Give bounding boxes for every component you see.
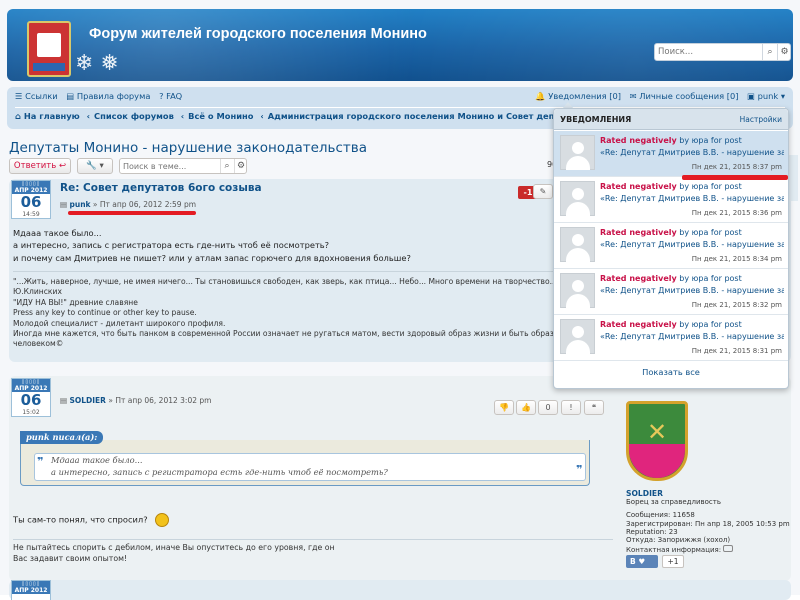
tools-button[interactable]: 🔧 ▾: [77, 158, 113, 174]
notification-item[interactable]: Rated negatively by юра for post «Re: Де…: [554, 177, 788, 223]
breadcrumb-admin[interactable]: Администрация городского поселения Монин…: [268, 111, 586, 121]
forum-logo[interactable]: [27, 21, 71, 77]
search-input[interactable]: [658, 45, 758, 59]
signature: Не пытайтесь спорить с дебилом, иначе Вы…: [13, 543, 335, 563]
post-date-calendar: ▯▯▯▯▯ АПР 2012 06 14:59: [11, 180, 51, 219]
notifications-link[interactable]: 🔔 Уведомления [0]: [535, 91, 621, 101]
avatar: [560, 181, 595, 216]
topic-search: ⌕ ⚙: [119, 158, 247, 174]
post-title[interactable]: Re: Совет депутатов 6ого созыва: [60, 182, 262, 194]
vote-count: 0: [538, 400, 558, 415]
page: ❄ ❅ Форум жителей городского поселения М…: [0, 0, 800, 600]
rating-button[interactable]: +1: [662, 555, 684, 568]
reply-button[interactable]: Ответить ↩: [9, 158, 71, 174]
topic-title[interactable]: Депутаты Монино - нарушение законодатель…: [9, 140, 367, 156]
topic-search-input[interactable]: [123, 160, 218, 172]
quote-open-icon: ❞: [37, 455, 44, 468]
vk-icon[interactable]: В ♥: [626, 555, 658, 568]
site-header: ❄ ❅ Форум жителей городского поселения М…: [7, 9, 793, 81]
user-avatar[interactable]: ✕: [626, 401, 688, 481]
avatar: [560, 227, 595, 262]
post-author: ▤ SOLDIER » Пт апр 06, 2012 3:02 pm: [60, 396, 212, 405]
post-date-calendar: ▯▯▯▯▯ АПР 2012: [11, 580, 51, 600]
profile-username[interactable]: SOLDIER: [626, 489, 663, 498]
rate-positive-button[interactable]: 👍: [516, 400, 536, 415]
contact-icon[interactable]: [723, 545, 734, 552]
notifications-header: УВЕДОМЛЕНИЯ Настройки: [554, 109, 788, 130]
gear-icon[interactable]: ⚙: [234, 159, 247, 173]
rules-link[interactable]: ▤ Правила форума: [66, 91, 150, 101]
notifications-title: УВЕДОМЛЕНИЯ: [560, 115, 632, 124]
user-nav: 🔔 Уведомления [0] ✉ Личные сообщения [0]…: [529, 91, 785, 102]
profile-rank: Борец за справедливость: [626, 498, 721, 506]
quote-author: punk писал(а):: [20, 431, 104, 444]
report-button[interactable]: !: [561, 400, 581, 415]
edit-button[interactable]: ✎: [533, 184, 553, 199]
notification-item[interactable]: Rated negatively by юра for post «Re: Де…: [554, 315, 788, 361]
links-link[interactable]: ☰ Ссылки: [15, 91, 58, 101]
notification-item[interactable]: Rated negatively by юра for post «Re: Де…: [554, 131, 788, 177]
post: ▯▯▯▯▯ АПР 2012: [9, 580, 791, 600]
quote-text: Мдааа такое было... а интересно, запись …: [34, 453, 586, 481]
breadcrumb: ⌂ На главную ‹ Список форумов ‹ Всё о Мони…: [15, 111, 586, 121]
quote-close-icon: ❞: [576, 463, 583, 476]
notifications-settings-link[interactable]: Настройки: [740, 115, 782, 124]
profile-posts: Сообщения: 11658: [626, 511, 695, 519]
profile-location: Откуда: Запорижжя (хохол): [626, 536, 731, 544]
post-body: Ты сам-то понял, что спросил?: [13, 513, 170, 527]
breadcrumb-home[interactable]: ⌂ На главную: [15, 111, 80, 121]
post-body: Мдааа такое было... а интересно, запись …: [13, 228, 411, 263]
messages-link[interactable]: ✉ Личные сообщения [0]: [630, 91, 739, 101]
faq-link[interactable]: ? FAQ: [159, 91, 182, 101]
smiley-icon: [155, 513, 170, 527]
notification-item[interactable]: Rated negatively by юра for post «Re: Де…: [554, 269, 788, 315]
show-all-link[interactable]: Показать все: [554, 367, 788, 377]
post-author: ▤ punk » Пт апр 06, 2012 2:59 pm: [60, 200, 197, 209]
post-buttons: 👎 👍 0 ! ❝: [494, 400, 606, 415]
rate-negative-button[interactable]: 👎: [494, 400, 514, 415]
quote-button[interactable]: ❝: [584, 400, 604, 415]
search-icon[interactable]: ⌕: [220, 159, 233, 173]
site-title[interactable]: Форум жителей городского поселения Монин…: [89, 26, 427, 42]
gear-icon[interactable]: ⚙: [777, 44, 791, 60]
red-underline: [68, 211, 196, 215]
sleigh-icon: ❄ ❅: [75, 51, 119, 76]
author-link[interactable]: SOLDIER: [69, 396, 105, 405]
breadcrumb-monino[interactable]: Всё о Монино: [188, 111, 253, 121]
notification-item[interactable]: Rated negatively by юра for post «Re: Де…: [554, 223, 788, 269]
red-underline: [682, 175, 788, 180]
author-link[interactable]: punk: [69, 200, 90, 209]
notifications-dropdown: УВЕДОМЛЕНИЯ Настройки Rated negatively b…: [553, 108, 789, 389]
post-date-calendar: ▯▯▯▯▯ АПР 2012 06 15:02: [11, 378, 51, 417]
header-search: ⌕ ⚙: [654, 43, 791, 61]
signature: "...Жить, наверное, лучше, не имея ничег…: [13, 277, 558, 349]
profile-contact: Контактная информация:: [626, 545, 734, 554]
search-icon[interactable]: ⌕: [762, 44, 777, 60]
breadcrumb-forums[interactable]: Список форумов: [94, 111, 174, 121]
avatar: [560, 135, 595, 170]
nav-links: ☰ Ссылки ▤ Правила форума ? FAQ: [15, 91, 188, 104]
avatar: [560, 319, 595, 354]
user-menu[interactable]: ▣ punk ▾: [747, 91, 785, 101]
avatar: [560, 273, 595, 308]
